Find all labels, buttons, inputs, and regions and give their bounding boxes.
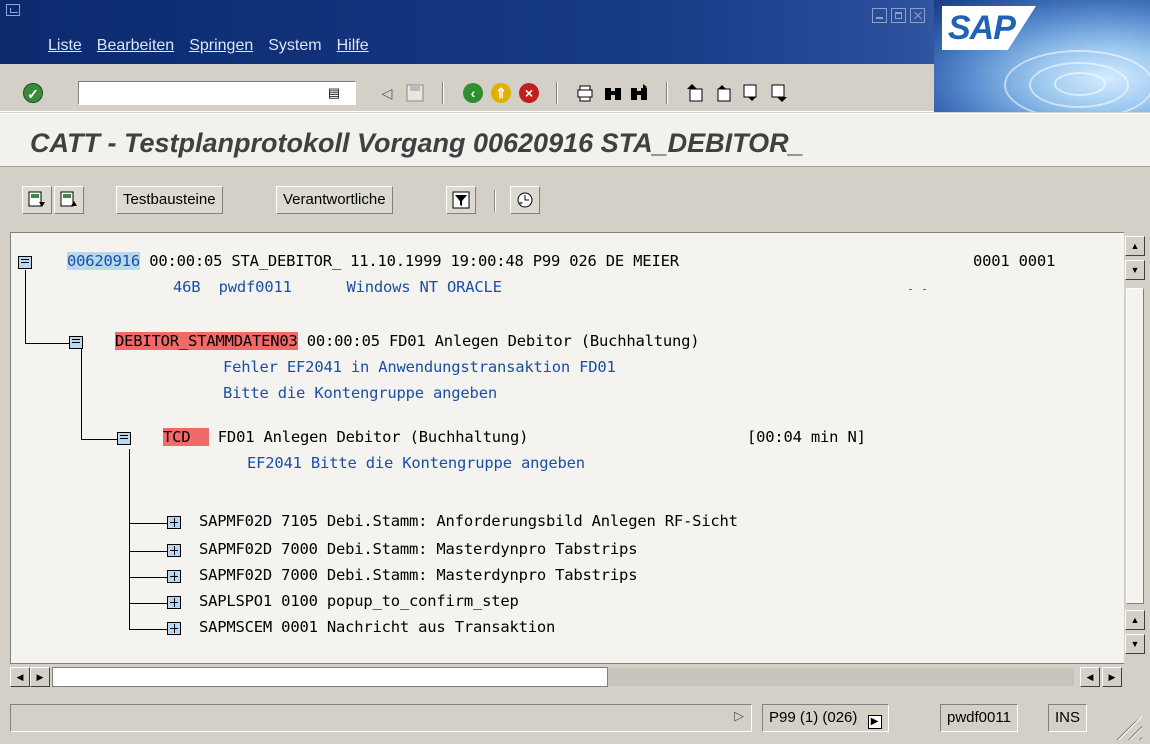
list-item[interactable]: SAPMF02D 7105 Debi.Stamm: Anforderungsbi… [199, 512, 738, 530]
status-toggle-icon[interactable]: ▷ [734, 708, 744, 724]
last-page-icon[interactable] [768, 82, 790, 104]
resize-grip-icon[interactable] [1112, 716, 1142, 740]
command-field[interactable] [78, 81, 356, 105]
horizontal-scrollbar[interactable]: ◀ ▶ ◀ ▶ [10, 666, 1146, 688]
scroll-down-icon[interactable]: ▼ [1125, 260, 1145, 280]
module-name[interactable]: DEBITOR_STAMMDATEN03 [115, 332, 298, 350]
scroll-up-icon[interactable]: ▲ [1125, 236, 1145, 256]
system-list-icon[interactable]: ▶ [867, 715, 882, 729]
tcd-duration: [00:04 min N] [747, 428, 866, 446]
print-icon[interactable] [574, 82, 596, 104]
collapse-node-icon[interactable] [18, 256, 32, 269]
next-page-icon[interactable] [740, 82, 762, 104]
test-protocol-tree[interactable]: 00620916 00:00:05 STA_DEBITOR_ 11.10.199… [10, 232, 1124, 664]
clock-arrow-icon [517, 192, 533, 208]
previous-page-icon[interactable] [712, 82, 734, 104]
module-error-2: Bitte die Kontengruppe angeben [223, 384, 497, 402]
collapse-node-icon[interactable] [117, 432, 131, 445]
window-controls [872, 8, 925, 23]
root-plan-id[interactable]: 00620916 [67, 252, 140, 270]
close-icon[interactable] [910, 8, 925, 23]
list-item[interactable]: SAPMF02D 7000 Debi.Stamm: Masterdynpro T… [199, 540, 638, 558]
scroll-left-icon[interactable]: ◀ [10, 667, 30, 687]
insert-mode-field[interactable]: INS [1048, 704, 1088, 732]
back-arrow-icon[interactable]: ◁ [376, 82, 398, 104]
title-area: CATT - Testplanprotokoll Vorgang 0062091… [0, 113, 1150, 167]
menu-hilfe[interactable]: Hilfe [337, 37, 369, 55]
collapse-node-icon[interactable] [69, 336, 83, 349]
menu-bearbeiten[interactable]: Bearbeiten [97, 37, 174, 55]
vertical-scroll-thumb[interactable] [1126, 288, 1144, 604]
expand-all-button[interactable] [22, 186, 52, 214]
menu-liste[interactable]: Liste [48, 37, 82, 55]
menu-system[interactable]: System [268, 37, 321, 55]
system-info-field[interactable]: P99 (1) (026) ▶ [762, 704, 889, 732]
standard-toolbar: ✓ ▤ ◁ ‹ ⇑ × [0, 64, 934, 112]
system-menu-icon[interactable] [6, 4, 20, 16]
horizontal-scroll-track[interactable] [608, 668, 1074, 686]
testbausteine-button[interactable]: Testbausteine [116, 186, 223, 214]
horizontal-scroll-thumb[interactable] [52, 667, 608, 687]
status-message-field [10, 704, 752, 732]
cancel-red-icon[interactable]: × [518, 82, 540, 104]
find-next-icon[interactable] [628, 82, 650, 104]
menu-list: Liste Bearbeiten Springen System Hilfe [48, 37, 369, 55]
maximize-icon[interactable] [891, 8, 906, 23]
system-info-text: P99 (1) (026) [769, 709, 858, 726]
scroll-left-icon[interactable]: ◀ [1080, 667, 1100, 687]
command-dropdown-icon[interactable]: ▤ [326, 84, 342, 102]
filter-icon [452, 191, 470, 209]
expand-node-icon[interactable] [167, 622, 181, 635]
expand-node-icon[interactable] [167, 596, 181, 609]
page-title: CATT - Testplanprotokoll Vorgang 0062091… [30, 128, 804, 158]
minimize-icon[interactable] [872, 8, 887, 23]
enter-check-icon[interactable]: ✓ [22, 82, 44, 104]
sap-logo-text: SAP [942, 6, 1036, 50]
scroll-up-icon[interactable]: ▲ [1125, 610, 1145, 630]
exit-yellow-icon[interactable]: ⇑ [490, 82, 512, 104]
sap-logo: SAP [934, 0, 1150, 112]
scroll-right-icon[interactable]: ▶ [30, 667, 50, 687]
collapse-all-icon [60, 191, 77, 207]
filter-button[interactable] [446, 186, 476, 214]
scroll-right-icon[interactable]: ▶ [1102, 667, 1122, 687]
application-toolbar: Testbausteine Verantwortliche [0, 168, 1150, 228]
collapse-all-button[interactable] [54, 186, 84, 214]
list-item[interactable]: SAPMSCEM 0001 Nachricht aus Transaktion [199, 618, 555, 636]
module-line[interactable]: DEBITOR_STAMMDATEN03 00:00:05 FD01 Anleg… [115, 332, 700, 350]
root-line[interactable]: 00620916 00:00:05 STA_DEBITOR_ 11.10.199… [67, 252, 679, 270]
list-item[interactable]: SAPMF02D 7000 Debi.Stamm: Masterdynpro T… [199, 566, 638, 584]
expand-node-icon[interactable] [167, 516, 181, 529]
back-green-icon[interactable]: ‹ [462, 82, 484, 104]
menu-springen[interactable]: Springen [189, 37, 253, 55]
tcd-line[interactable]: TCD FD01 Anlegen Debitor (Buchhaltung) [163, 428, 528, 446]
root-system-info: 46B pwdf0011 Windows NT ORACLE [173, 278, 502, 296]
refresh-clock-button[interactable] [510, 186, 540, 214]
expand-node-icon[interactable] [167, 570, 181, 583]
tcd-message: EF2041 Bitte die Kontengruppe angeben [247, 454, 585, 472]
save-disk-icon[interactable] [404, 82, 426, 104]
list-item[interactable]: SAPLSPO1 0100 popup_to_confirm_step [199, 592, 519, 610]
vertical-scrollbar[interactable]: ▲ ▼ ▲ ▼ [1124, 232, 1146, 664]
root-counters: 0001 0001 [973, 252, 1056, 270]
module-error-1: Fehler EF2041 in Anwendungstransaktion F… [223, 358, 616, 376]
first-page-icon[interactable] [684, 82, 706, 104]
find-icon[interactable] [602, 82, 624, 104]
tcd-tag[interactable]: TCD [163, 428, 209, 446]
expand-node-icon[interactable] [167, 544, 181, 557]
verantwortliche-button[interactable]: Verantwortliche [276, 186, 393, 214]
server-field: pwdf0011 [940, 704, 1018, 732]
status-bar: ▷ P99 (1) (026) ▶ pwdf0011 INS [0, 696, 1150, 744]
expand-all-icon [28, 191, 45, 207]
scroll-down-icon[interactable]: ▼ [1125, 634, 1145, 654]
